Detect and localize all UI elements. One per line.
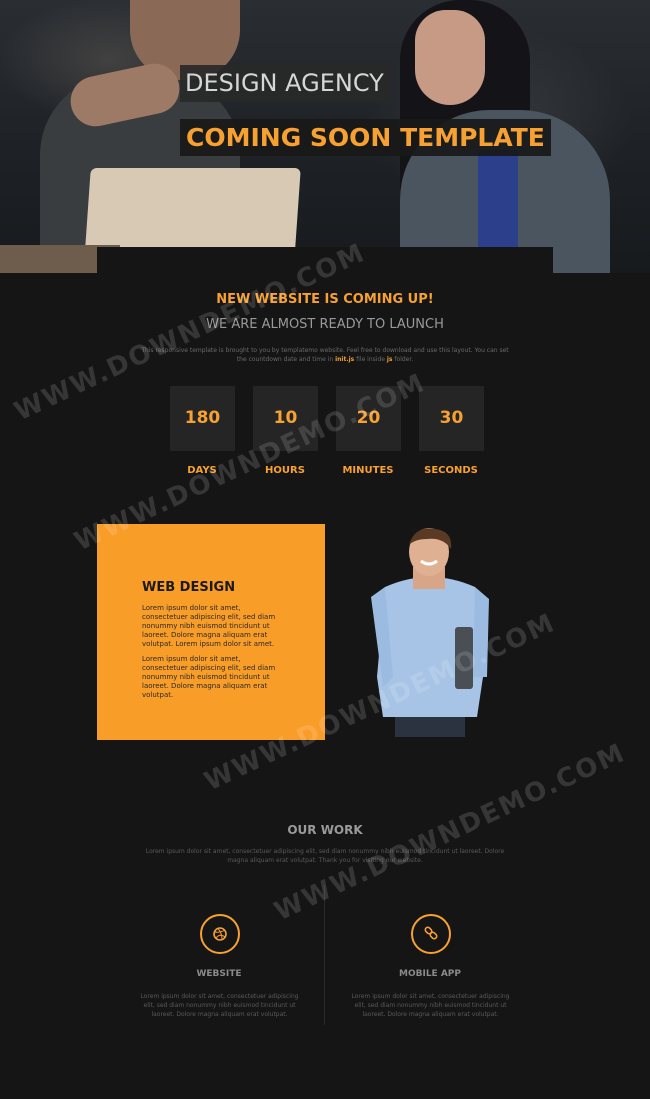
web-design-paragraph: Lorem ipsum dolor sit amet, consectetuer…: [142, 655, 276, 699]
countdown-days-label: DAYS: [187, 465, 217, 476]
dribbble-icon[interactable]: [200, 914, 240, 954]
service-mobile-app-title: MOBILE APP: [399, 969, 461, 979]
link-icon[interactable]: [411, 914, 451, 954]
our-work-heading: OUR WORK: [287, 823, 363, 837]
launch-subheading: WE ARE ALMOST READY TO LAUNCH: [206, 317, 444, 332]
service-website-title: WEBSITE: [196, 969, 242, 979]
hero-photo-laptop: [85, 168, 301, 248]
service-website-text: Lorem ipsum dolor sit amet, consectetuer…: [140, 993, 299, 1018]
hero-photo-woman-face: [415, 10, 485, 105]
hero-title: DESIGN AGENCY: [180, 65, 389, 102]
countdown-days-value: 180: [170, 386, 235, 451]
hero-subtitle: COMING SOON TEMPLATE: [180, 119, 551, 156]
countdown-minutes-value: 20: [336, 386, 401, 451]
intro-text: This responsive template is brought to y…: [140, 346, 510, 364]
our-work-text: Lorem ipsum dolor sit amet, consectetuer…: [145, 848, 505, 864]
intro-text-part: folder.: [392, 356, 414, 363]
web-design-paragraph: Lorem ipsum dolor sit amet, consectetuer…: [142, 604, 276, 648]
countdown-seconds-value: 30: [419, 386, 484, 451]
web-design-title: WEB DESIGN: [142, 580, 236, 595]
content-panel-top: [97, 247, 553, 287]
intro-text-part: file inside: [354, 356, 387, 363]
services-divider: [324, 885, 325, 1025]
intro-text-part: This responsive template is brought to y…: [141, 347, 509, 363]
init-js-link[interactable]: init.js: [335, 356, 354, 363]
countdown-minutes-label: MINUTES: [342, 465, 394, 476]
countdown-hours-value: 10: [253, 386, 318, 451]
countdown-hours-label: HOURS: [265, 465, 305, 476]
countdown-seconds-label: SECONDS: [424, 465, 478, 476]
coming-up-heading: NEW WEBSITE IS COMING UP!: [216, 292, 434, 307]
service-mobile-app-text: Lorem ipsum dolor sit amet, consectetuer…: [351, 993, 510, 1018]
web-design-card: WEB DESIGN Lorem ipsum dolor sit amet, c…: [97, 524, 325, 740]
person-photo: [371, 528, 489, 737]
